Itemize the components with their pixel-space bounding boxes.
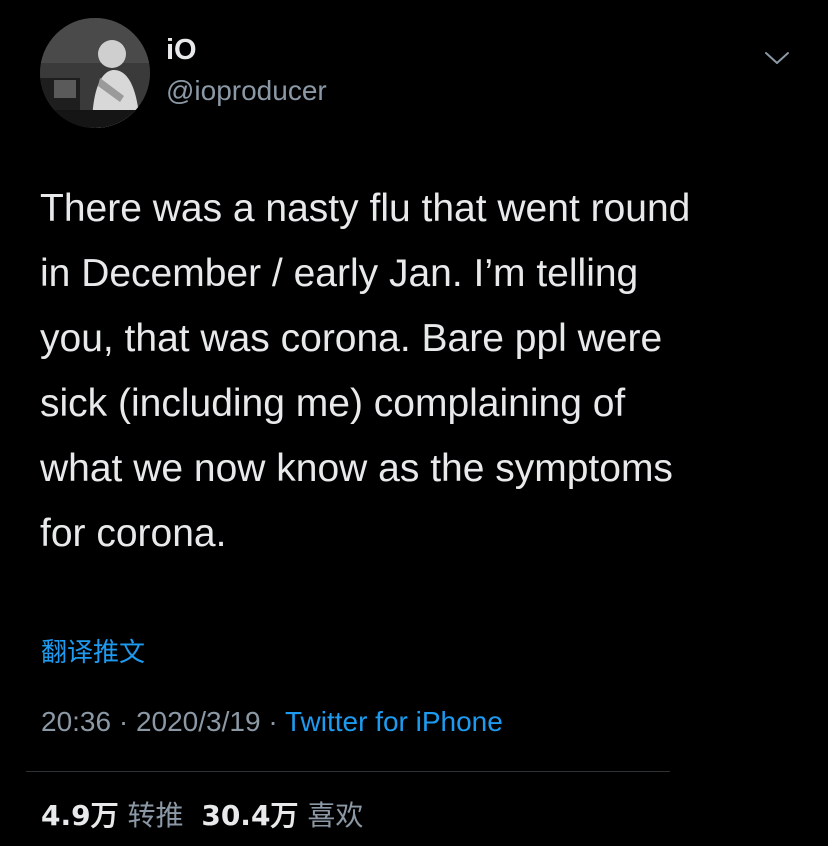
likes-label: 喜欢 [307,799,364,832]
retweets-label: 转推 [127,799,184,832]
tweet-date: 2020/3/19 [135,706,261,737]
meta-separator: · [260,706,285,737]
retweets-count: 4.9万 [41,799,119,832]
tweet-stats: 4.9万 转推 30.4万 喜欢 [41,796,363,836]
chevron-down-icon[interactable] [762,48,792,68]
translate-tweet-link[interactable]: 翻译推文 [41,636,145,670]
profile-photo-icon [40,18,150,128]
meta-separator: · [111,706,136,737]
tweet-text: There was a nasty flu that went round in… [40,187,691,555]
retweets-stat[interactable]: 4.9万 转推 [41,799,184,832]
tweet-meta: 20:36 · 2020/3/19 · Twitter for iPhone [41,704,503,740]
likes-count: 30.4万 [201,799,299,832]
tweet-time: 20:36 [41,706,112,737]
divider [26,771,670,772]
author-name[interactable]: iO [166,33,197,67]
avatar[interactable] [40,18,150,128]
tweet-source-link[interactable]: Twitter for iPhone [285,706,503,737]
author-handle[interactable]: @ioproducer [166,74,327,108]
likes-stat[interactable]: 30.4万 喜欢 [201,799,363,832]
